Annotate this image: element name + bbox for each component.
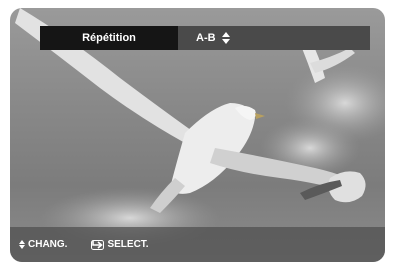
up-down-arrows-icon — [19, 240, 25, 249]
change-hint: CHANG. — [19, 239, 67, 250]
select-hint: SELECT. — [91, 239, 149, 250]
video-screen: Répétition A-B CHANG. SELECT. — [10, 8, 385, 262]
help-bar: CHANG. SELECT. — [10, 227, 385, 262]
repeat-option-label: Répétition — [40, 26, 178, 50]
up-down-arrows-icon — [221, 32, 230, 44]
select-hint-label: SELECT. — [107, 239, 149, 250]
repeat-mode-value: A-B — [196, 32, 216, 44]
enter-return-icon — [91, 239, 105, 250]
change-hint-label: CHANG. — [28, 239, 68, 250]
repeat-mode-selector[interactable]: A-B — [178, 26, 370, 50]
option-bar: Répétition A-B — [40, 26, 370, 50]
